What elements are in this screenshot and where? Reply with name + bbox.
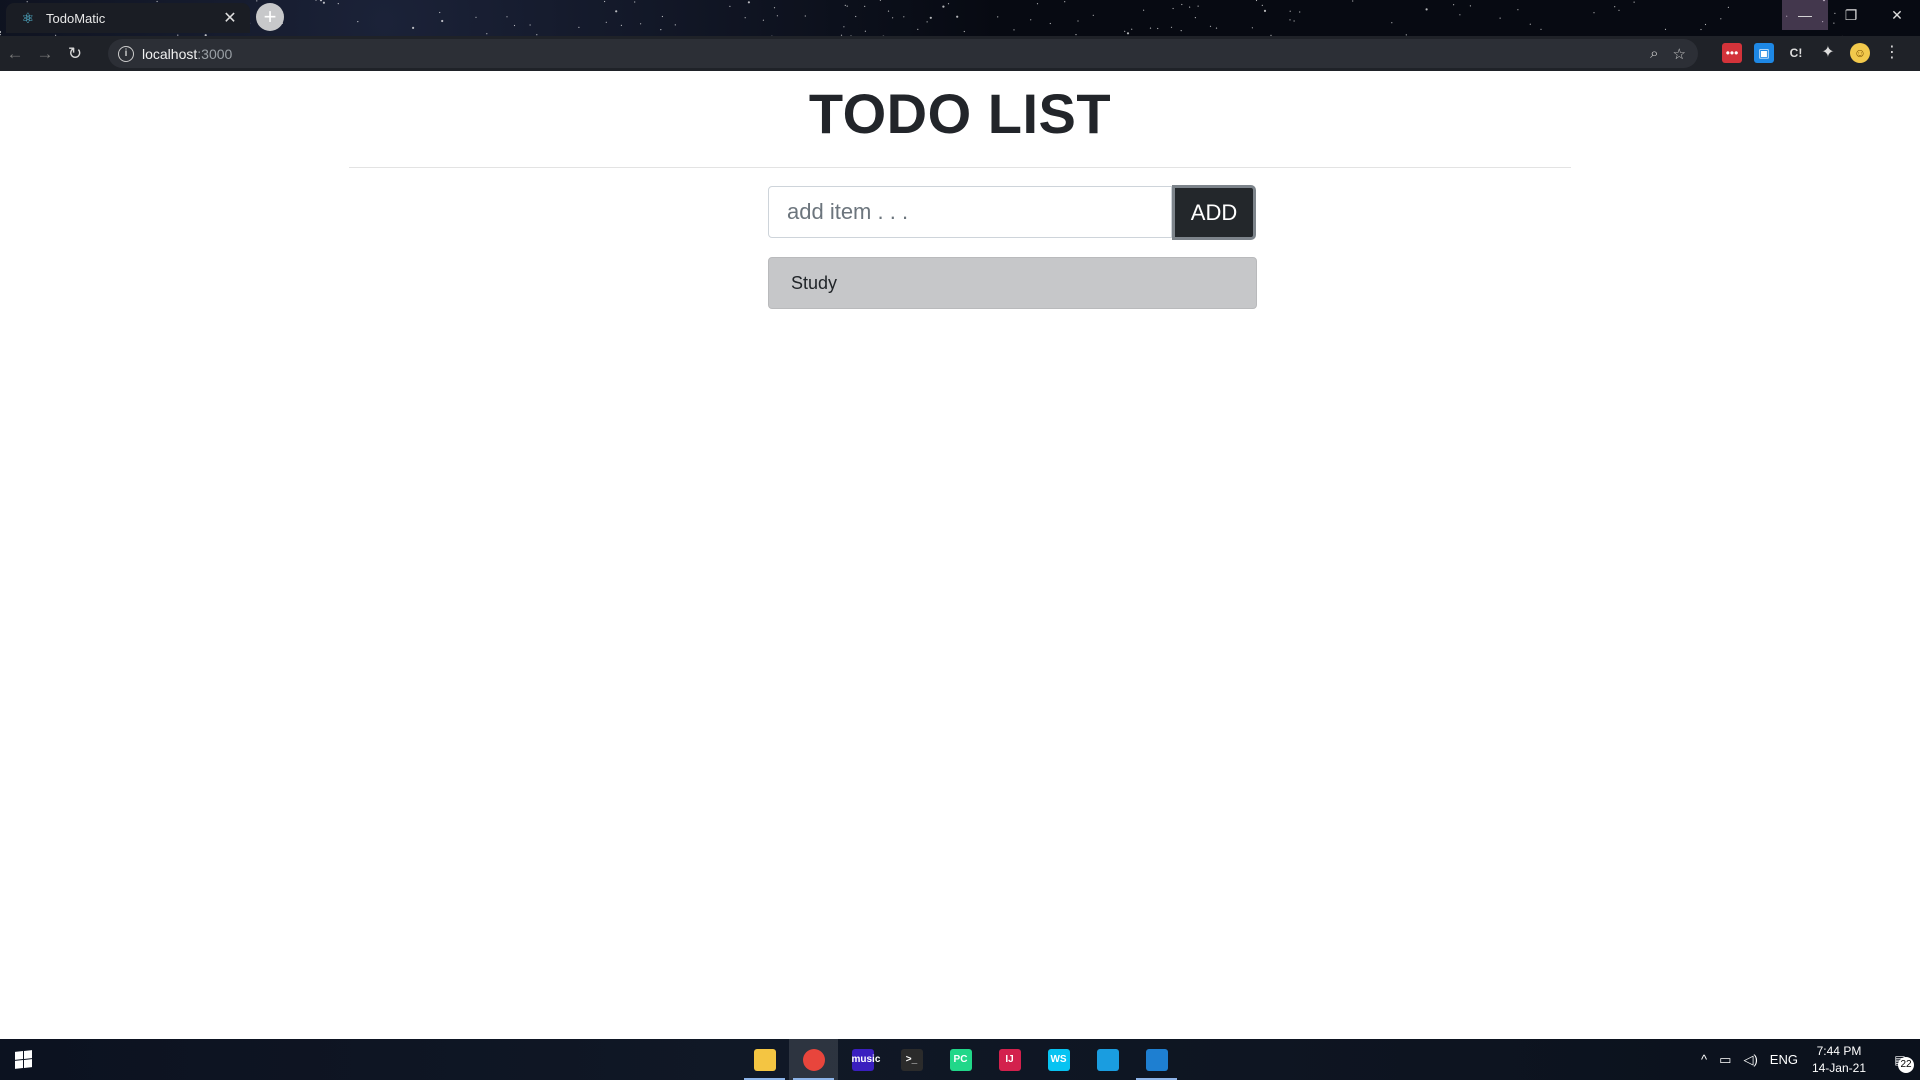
blue-extension-icon[interactable]: ▣ [1754,43,1774,63]
taskbar-app-chrome[interactable] [789,1039,838,1080]
start-button[interactable] [0,1039,46,1080]
todo-list: Study [768,257,1257,309]
bookmark-star-icon[interactable]: ☆ [1673,45,1686,63]
action-center-button[interactable]: ▤ 22 [1880,1039,1920,1080]
taskbar-app-remote-desktop[interactable] [1083,1039,1132,1080]
extensions-area: ••• ▣ C! ✦ ☺ ⋮ [1722,43,1902,63]
window-controls: — ❐ ✕ [1782,0,1920,30]
taskbar-app-vscode[interactable] [1132,1039,1181,1080]
taskbar-app-amazon-music[interactable]: music [838,1039,887,1080]
new-tab-button[interactable]: + [256,3,284,31]
webstorm-icon: WS [1047,1048,1070,1071]
volume-icon[interactable]: ◁) [1743,1052,1757,1068]
system-tray: ^ ▭ ◁) ENG 7:44 PM 14-Jan-21 ▤ 22 [1695,1039,1920,1080]
tab-title: TodoMatic [46,10,106,26]
browser-chrome: ⚛ TodoMatic ✕ + — ❐ ✕ ← → ↻ i localhost … [0,0,1920,71]
ci-extension-icon[interactable]: C! [1786,43,1806,63]
lastpass-extension-icon[interactable]: ••• [1722,43,1742,63]
taskbar-app-pycharm[interactable]: PC [936,1039,985,1080]
todo-item[interactable]: Study [768,257,1257,309]
taskbar-app-terminal[interactable]: >_ [887,1039,936,1080]
reload-icon[interactable]: ↻ [60,44,90,64]
amazon-music-icon: music [851,1048,880,1071]
browser-tab[interactable]: ⚛ TodoMatic ✕ [6,3,250,33]
page-title: TODO LIST [808,82,1112,145]
add-button[interactable]: ADD [1172,185,1256,240]
close-window-icon[interactable]: ✕ [1874,0,1920,30]
profile-avatar-icon[interactable]: ☺ [1850,43,1870,63]
tab-close-icon[interactable]: ✕ [220,8,240,28]
windows-taskbar: music >_ PC IJ WS ^ ▭ ◁) ENG 7:44 PM 14-Jan-… [0,1039,1920,1080]
page-content: TODO LIST ADD Study [0,71,1920,1039]
terminal-icon: >_ [900,1048,923,1071]
pycharm-icon: PC [949,1048,972,1071]
react-favicon-icon: ⚛ [21,10,35,26]
clock[interactable]: 7:44 PM 14-Jan-21 [1812,1043,1866,1077]
network-icon[interactable]: ▭ [1719,1052,1731,1068]
site-info-icon[interactable]: i [118,45,134,62]
add-item-input[interactable] [768,186,1172,238]
language-indicator[interactable]: ENG [1770,1052,1798,1067]
taskbar-apps: music >_ PC IJ WS [740,1039,1181,1080]
clock-date: 14-Jan-21 [1811,1060,1866,1075]
url-port: :3000 [197,45,233,62]
add-item-form: ADD [768,185,1256,240]
notification-count: 22 [1898,1057,1914,1073]
browser-toolbar: ← → ↻ i localhost :3000 ⌕ ☆ ••• ▣ C! ✦ ☺… [0,36,1920,71]
chrome-icon [802,1048,825,1071]
vscode-icon [1145,1048,1168,1071]
back-arrow-icon[interactable]: ← [0,44,30,64]
forward-arrow-icon[interactable]: → [30,44,60,64]
windows-logo-icon [14,1050,32,1069]
intellij-icon: IJ [998,1048,1021,1071]
show-hidden-icons-chevron-icon[interactable]: ^ [1701,1052,1707,1067]
remote-desktop-icon [1096,1048,1119,1071]
clock-time: 7:44 PM [1816,1043,1862,1058]
taskbar-app-intellij[interactable]: IJ [985,1039,1034,1080]
browser-menu-icon[interactable]: ⋮ [1882,43,1902,63]
file-explorer-icon [753,1048,776,1071]
minimize-icon[interactable]: — [1782,0,1828,30]
extensions-puzzle-icon[interactable]: ✦ [1818,43,1838,63]
address-bar[interactable]: i localhost :3000 ⌕ ☆ [108,39,1698,68]
divider [349,167,1571,168]
taskbar-app-file-explorer[interactable] [740,1039,789,1080]
url-host: localhost [142,45,198,62]
zoom-icon[interactable]: ⌕ [1650,45,1658,63]
restore-icon[interactable]: ❐ [1828,0,1874,30]
taskbar-app-webstorm[interactable]: WS [1034,1039,1083,1080]
